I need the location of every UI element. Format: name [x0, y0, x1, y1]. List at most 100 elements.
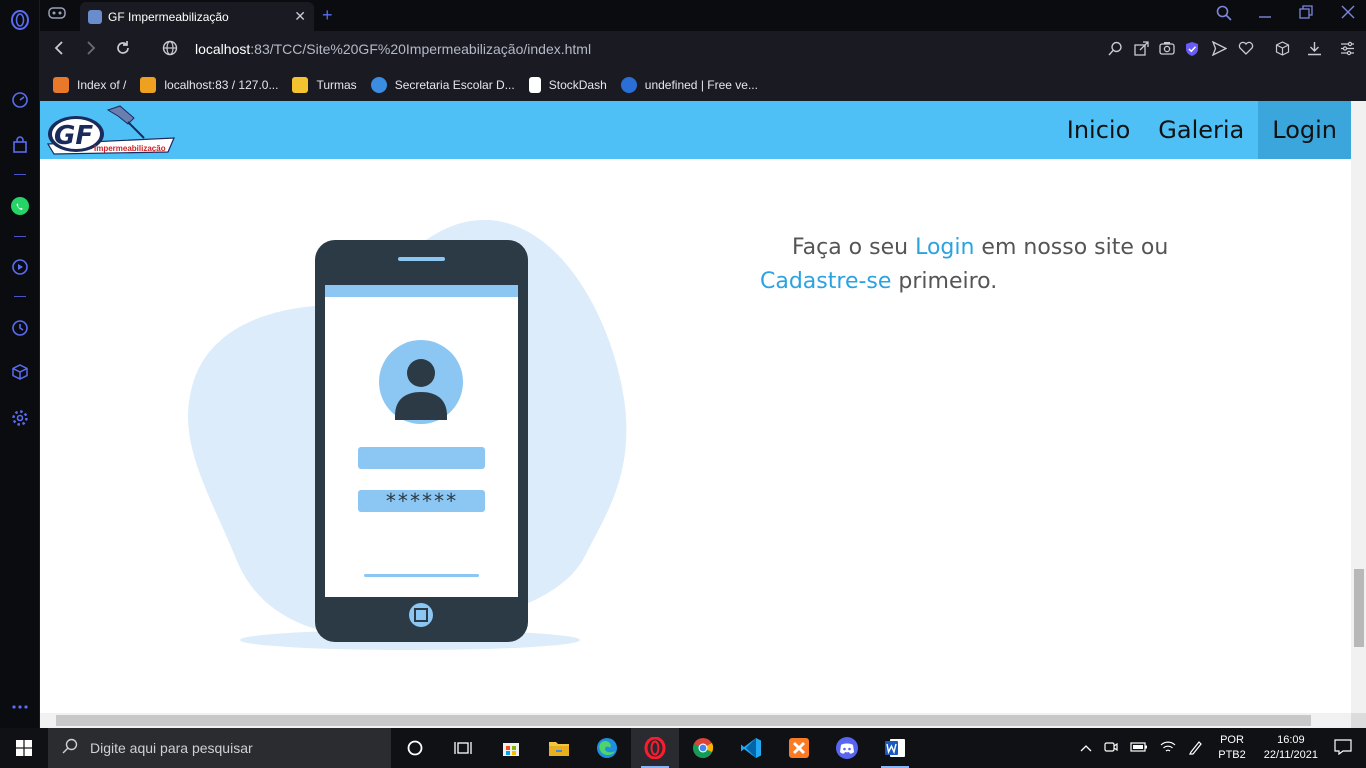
settings-gear-icon[interactable] — [10, 408, 30, 428]
tab-title: GF Impermeabilização — [108, 9, 229, 24]
bookmark-label: Secretaria Escolar D... — [394, 77, 515, 92]
word-icon[interactable] — [871, 728, 919, 768]
minimize-icon[interactable] — [1258, 5, 1272, 22]
search-page-icon[interactable] — [1108, 41, 1123, 59]
bookmarks-bar: Index of / localhost:83 / 127.0... Turma… — [40, 68, 1366, 101]
microsoft-store-icon[interactable] — [487, 728, 535, 768]
easy-setup-icon[interactable] — [1340, 41, 1355, 59]
new-tab-plus-icon[interactable]: + — [322, 5, 333, 26]
nav-inicio[interactable]: Inicio — [1053, 101, 1145, 159]
bookmark-label: Turmas — [316, 77, 357, 92]
workspaces-icon[interactable] — [48, 6, 70, 24]
file-explorer-icon[interactable] — [535, 728, 583, 768]
nav-galeria[interactable]: Galeria — [1144, 101, 1258, 159]
phone-screen — [325, 285, 518, 597]
browser-sidebar — [0, 0, 40, 728]
favorite-heart-icon[interactable] — [1238, 41, 1254, 58]
meet-now-icon[interactable] — [1104, 740, 1118, 757]
bookmark-item[interactable]: Secretaria Escolar D... — [370, 76, 515, 93]
send-icon[interactable] — [1211, 40, 1228, 59]
message-text: em nosso site ou — [974, 235, 1169, 260]
chrome-icon[interactable] — [679, 728, 727, 768]
keyboard-layout: PTB2 — [1218, 749, 1246, 761]
more-dots-icon[interactable] — [10, 697, 30, 717]
username-field — [358, 447, 485, 469]
horizontal-scrollbar[interactable] — [40, 713, 1351, 728]
url-field[interactable]: localhost:83/TCC/Site%20GF%20Impermeabil… — [195, 41, 591, 57]
xampp-icon — [53, 76, 69, 93]
bookmark-label: undefined | Free ve... — [644, 77, 758, 92]
bookmark-item[interactable]: Turmas — [292, 76, 357, 93]
horizontal-scrollbar-thumb[interactable] — [56, 715, 1311, 726]
speed-dial-icon[interactable] — [10, 90, 30, 110]
url-path: :83/TCC/Site%20GF%20Impermeabilização/in… — [250, 41, 592, 57]
bookmark-item[interactable]: undefined | Free ve... — [620, 76, 758, 93]
taskbar-search-box[interactable]: Digite aqui para pesquisar — [48, 728, 391, 768]
pen-workspace-icon[interactable] — [1188, 739, 1204, 758]
bookmark-label: localhost:83 / 127.0... — [164, 77, 279, 92]
signup-link[interactable]: Cadastre-se — [760, 269, 891, 294]
user-head-icon — [407, 359, 435, 387]
document-page-icon — [528, 76, 541, 93]
close-window-icon[interactable] — [1341, 5, 1355, 22]
logo-text: GF — [54, 121, 93, 151]
search-placeholder: Digite aqui para pesquisar — [90, 740, 253, 756]
history-clock-icon[interactable] — [10, 318, 30, 338]
search-tabs-icon[interactable] — [1216, 5, 1232, 24]
nav-login[interactable]: Login — [1258, 101, 1351, 159]
cortana-icon[interactable] — [391, 728, 439, 768]
bookmark-label: Index of / — [77, 77, 127, 92]
downloads-icon[interactable] — [1307, 41, 1322, 59]
system-tray: POR PTB2 16:09 22/11/2021 — [1074, 728, 1366, 768]
restore-icon[interactable] — [1299, 5, 1313, 22]
extensions-icon[interactable] — [1275, 41, 1290, 59]
taskbar-clock[interactable]: 16:09 22/11/2021 — [1264, 733, 1318, 763]
edge-browser-icon[interactable] — [583, 728, 631, 768]
bookmark-label: StockDash — [548, 77, 607, 92]
discord-icon[interactable] — [823, 728, 871, 768]
snapshot-camera-icon[interactable] — [1159, 41, 1175, 58]
input-language[interactable]: POR PTB2 — [1218, 733, 1246, 763]
forward-icon[interactable] — [84, 40, 98, 61]
wifi-icon[interactable] — [1160, 740, 1176, 757]
share-icon[interactable] — [1134, 41, 1149, 59]
xampp-taskbar-icon[interactable] — [775, 728, 823, 768]
opera-logo-icon[interactable] — [10, 10, 30, 30]
home-button-icon — [409, 603, 433, 627]
sidebar-divider — [14, 174, 26, 175]
reload-icon[interactable] — [115, 40, 131, 61]
language-code: POR — [1220, 734, 1244, 746]
site-info-globe-icon[interactable] — [162, 40, 178, 61]
notifications-icon[interactable] — [1334, 738, 1352, 758]
player-icon[interactable] — [10, 257, 30, 277]
message-text: Faça o seu — [792, 235, 916, 260]
show-hidden-icons-chevron-icon[interactable] — [1080, 741, 1092, 756]
site-favicon-icon — [88, 9, 102, 24]
classroom-icon — [292, 76, 309, 93]
message-text: primeiro. — [891, 269, 998, 294]
windows-start-icon[interactable] — [0, 728, 48, 768]
shopping-bag-icon[interactable] — [10, 135, 30, 155]
active-tab[interactable]: GF Impermeabilização ✕ — [80, 2, 314, 31]
opera-taskbar-icon[interactable] — [631, 728, 679, 768]
vscode-icon[interactable] — [727, 728, 775, 768]
ad-blocker-shield-icon[interactable] — [1185, 41, 1199, 60]
bookmark-item[interactable]: Index of / — [53, 76, 127, 93]
task-view-icon[interactable] — [439, 728, 487, 768]
clock-date: 22/11/2021 — [1263, 749, 1318, 761]
vertical-scrollbar[interactable] — [1351, 101, 1366, 713]
extensions-cube-icon[interactable] — [10, 362, 30, 382]
bookmark-item[interactable]: localhost:83 / 127.0... — [140, 76, 279, 93]
gf-logo[interactable]: GF Impermeabilização — [44, 104, 178, 156]
back-icon[interactable] — [52, 40, 66, 61]
tab-close-icon[interactable]: ✕ — [294, 8, 306, 25]
login-button-line — [364, 574, 479, 577]
battery-icon[interactable] — [1130, 741, 1148, 756]
bookmark-item[interactable]: StockDash — [528, 76, 607, 93]
vertical-scrollbar-thumb[interactable] — [1354, 569, 1364, 647]
windows-taskbar: Digite aqui para pesquisar POR PTB2 16:0… — [0, 728, 1366, 768]
whatsapp-icon[interactable] — [10, 196, 30, 216]
login-message: Faça o seu Login em nosso site ou Cadast… — [760, 231, 1200, 299]
login-link[interactable]: Login — [915, 235, 974, 260]
nav-links: Inicio Galeria Login — [1053, 101, 1351, 159]
